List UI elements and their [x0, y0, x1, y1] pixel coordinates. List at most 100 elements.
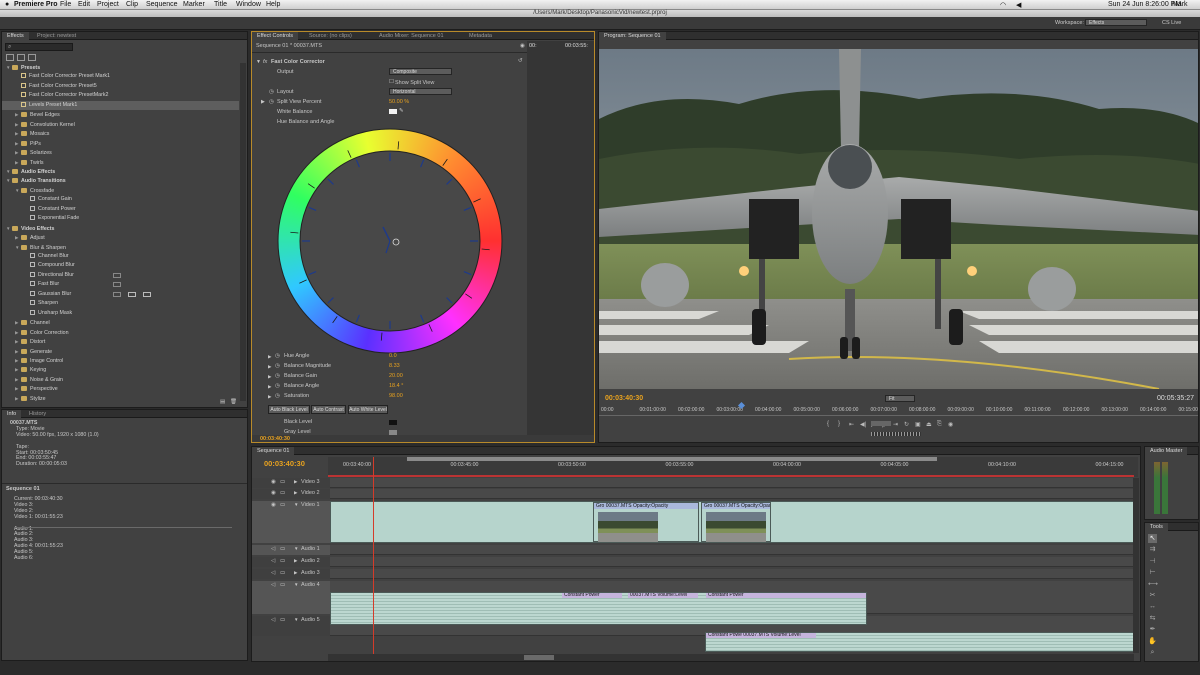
stopwatch-icon[interactable]: ◷ — [275, 383, 280, 389]
collapse-icon[interactable]: ◉ — [520, 43, 525, 49]
stopwatch-icon[interactable]: ◷ — [275, 363, 280, 369]
effect-list-item[interactable]: ▼ Video Effects — [2, 224, 239, 233]
program-timecode[interactable]: 00:03:40:30 — [605, 395, 643, 402]
expand-triangle-icon[interactable]: ▶ — [268, 354, 271, 360]
effect-list-item[interactable]: ▶ Image Control — [2, 356, 239, 365]
timeline-playhead[interactable] — [373, 457, 374, 655]
effect-list-item[interactable]: ▼ Blur & Sharpen — [2, 243, 239, 252]
disclosure-triangle-icon[interactable]: ▼ — [256, 59, 261, 65]
mark-in-icon[interactable]: { — [827, 421, 829, 427]
timeline-hscroll[interactable] — [328, 654, 1134, 661]
workspace-dropdown[interactable]: Effects — [1085, 19, 1147, 26]
effect-list-item[interactable]: ▶ Generate — [2, 347, 239, 356]
extract-icon[interactable]: ⎘ — [937, 421, 942, 428]
ripple-edit-tool-icon[interactable]: ⊣ — [1148, 557, 1157, 566]
volume-icon[interactable]: ◀ — [1016, 1, 1021, 9]
track-select-tool-icon[interactable]: ⇉ — [1148, 545, 1157, 554]
delete-icon[interactable]: 🗑 — [230, 399, 237, 405]
tab-tools[interactable]: Tools — [1145, 523, 1168, 531]
zoom-tool-icon[interactable]: ⌕ — [1148, 648, 1157, 657]
lock-icon[interactable]: ▭ — [280, 582, 285, 588]
work-area-bar[interactable] — [328, 475, 1134, 477]
eye-icon[interactable]: ◉ — [271, 490, 276, 496]
hand-tool-icon[interactable]: ✋ — [1148, 637, 1157, 646]
effect-list-item[interactable]: ▶ Twirls — [2, 158, 239, 167]
app-menu[interactable]: Premiere Pro — [14, 1, 58, 8]
tab-source[interactable]: Source: (no clips) — [304, 32, 357, 40]
param-value[interactable]: 0.0 — [389, 353, 397, 359]
effect-list-item[interactable]: ▶ Convolution Kernel — [2, 120, 239, 129]
32bit-effects-icon[interactable] — [17, 54, 25, 61]
program-video-frame[interactable] — [599, 49, 1199, 389]
tab-sequence[interactable]: Sequence 01 — [252, 447, 295, 455]
output-dropdown[interactable]: Composite — [389, 68, 452, 75]
menu-edit[interactable]: Edit — [78, 1, 90, 8]
expand-triangle-icon[interactable]: ▶ — [268, 394, 271, 400]
effect-list-item[interactable]: Sharpen — [2, 299, 239, 308]
auto-level-button[interactable]: Auto Contrast — [311, 405, 346, 414]
menu-project[interactable]: Project — [97, 1, 119, 8]
lift-icon[interactable]: ⏏ — [926, 421, 932, 428]
disclosure-triangle-icon[interactable]: ▶ — [294, 558, 297, 564]
effect-list-item[interactable]: ▶ PiPs — [2, 139, 239, 148]
speaker-icon[interactable]: ◁ — [271, 582, 275, 588]
track-header[interactable]: ◉ ▭ ▼ Video 1 — [252, 501, 330, 543]
video-clip[interactable]: Gro 00037.MTS Opacity:Opacity — [593, 502, 699, 542]
disclosure-triangle-icon[interactable]: ▶ — [294, 570, 297, 576]
effect-list-item[interactable]: ▼ Presets — [2, 63, 239, 72]
keyframe-area[interactable] — [527, 41, 594, 441]
effect-list-item[interactable]: ▼ Audio Transitions — [2, 176, 239, 185]
menu-sequence[interactable]: Sequence — [146, 1, 178, 8]
eyedropper-icon[interactable]: ✎ — [399, 108, 404, 114]
speaker-icon[interactable]: ◁ — [271, 546, 275, 552]
stopwatch-icon[interactable]: ◷ — [269, 89, 274, 95]
lock-icon[interactable]: ▭ — [280, 490, 285, 496]
color-wheel[interactable] — [276, 127, 504, 355]
tab-metadata[interactable]: Metadata — [464, 32, 497, 40]
disclosure-triangle-icon[interactable]: ▼ — [294, 617, 298, 622]
effect-list-item[interactable]: ▶ Noise & Grain — [2, 375, 239, 384]
selection-tool-icon[interactable]: ↖ — [1148, 534, 1157, 543]
menu-window[interactable]: Window — [236, 1, 261, 8]
track-header[interactable]: ◁ ▭ ▼ Audio 4 — [252, 581, 330, 614]
lock-icon[interactable]: ▭ — [280, 546, 285, 552]
speaker-icon[interactable]: ◁ — [271, 617, 275, 623]
menu-clip[interactable]: Clip — [126, 1, 138, 8]
stopwatch-icon[interactable]: ◷ — [275, 373, 280, 379]
disclosure-triangle-icon[interactable]: ▼ — [294, 546, 298, 551]
menu-marker[interactable]: Marker — [183, 1, 205, 8]
pen-tool-icon[interactable]: ✒ — [1148, 625, 1157, 634]
lock-icon[interactable]: ▭ — [280, 558, 285, 564]
timeline-hscroll-thumb[interactable] — [524, 655, 554, 660]
effect-list-item[interactable]: ▼ Audio Effects — [2, 167, 239, 176]
fx-icon[interactable]: fx — [263, 59, 267, 65]
go-to-in-icon[interactable]: ⇤ — [849, 421, 854, 428]
effect-list-item[interactable]: Exponential Fade — [2, 214, 239, 223]
disclosure-triangle-icon[interactable]: ▶ — [294, 479, 297, 485]
effect-list-item[interactable]: ▶ Keying — [2, 365, 239, 374]
effect-list-item[interactable]: ▶ Perspective — [2, 384, 239, 393]
effect-list-item[interactable]: ▶ Bevel Edges — [2, 110, 239, 119]
lock-icon[interactable]: ▭ — [280, 617, 285, 623]
split-view-checkbox[interactable]: ☐ — [389, 79, 394, 85]
export-frame-icon[interactable]: ◉ — [948, 421, 953, 428]
effect-list-item[interactable]: Compound Blur — [2, 261, 239, 270]
menu-title[interactable]: Title — [214, 1, 227, 8]
effect-list-item[interactable]: Fast Color Corrector PresetMark2 — [2, 91, 239, 100]
expand-triangle-icon[interactable]: ▶ — [268, 364, 271, 370]
effect-list-item[interactable]: ▶ Distort — [2, 337, 239, 346]
lock-icon[interactable]: ▭ — [280, 570, 285, 576]
shuttle-slider[interactable] — [871, 432, 921, 436]
menu-file[interactable]: File — [60, 1, 71, 8]
effects-search-input[interactable]: ⌕ — [5, 43, 73, 51]
effect-list-item[interactable]: ▶ Stylize — [2, 394, 239, 403]
expand-triangle-icon[interactable]: ▶ — [261, 99, 265, 105]
stopwatch-icon[interactable]: ◷ — [275, 353, 280, 359]
effect-list-item[interactable]: ▶ Mosaics — [2, 129, 239, 138]
layout-dropdown[interactable]: Horizontal — [389, 88, 452, 95]
track-header[interactable]: ◁ ▭ ▼ Audio 1 — [252, 545, 330, 555]
mark-out-icon[interactable]: } — [838, 421, 840, 427]
timeline-vscroll[interactable] — [1133, 478, 1139, 653]
effect-list-item[interactable]: Fast Color Corrector Preset5 — [2, 82, 239, 91]
disclosure-triangle-icon[interactable]: ▼ — [294, 582, 298, 587]
